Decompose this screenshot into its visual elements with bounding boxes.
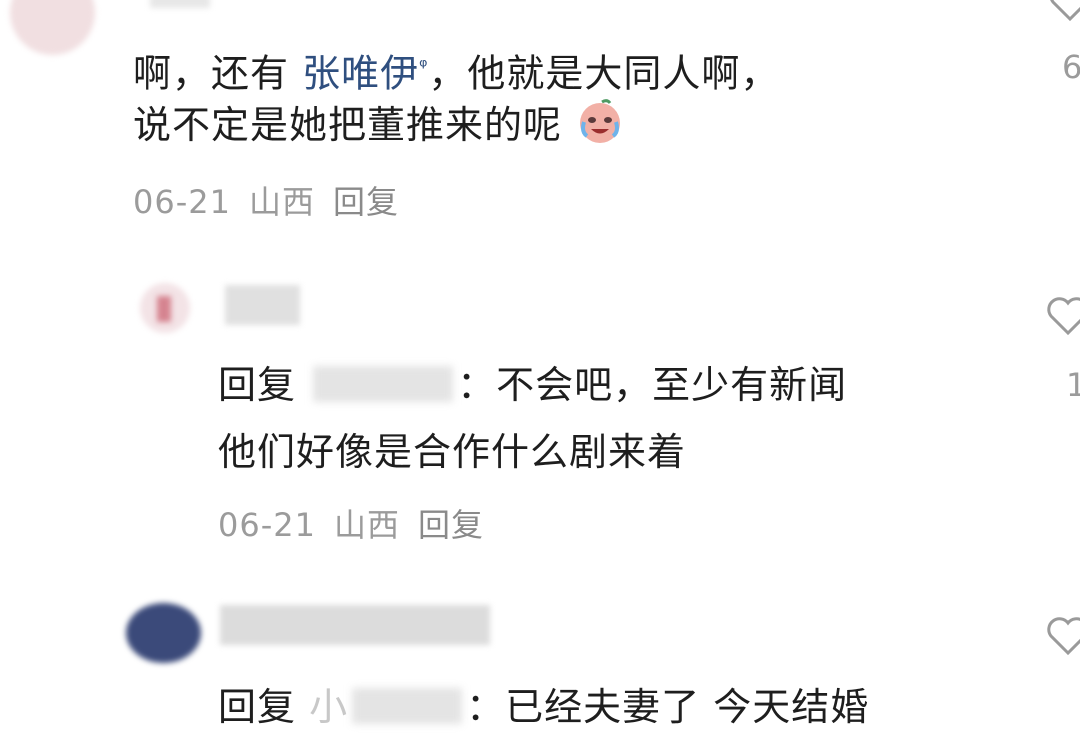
comment-location: 山西 [248, 183, 315, 221]
avatar[interactable] [126, 603, 201, 663]
reply-colon: ： [457, 363, 497, 407]
reply-content: 不会吧，至少有新闻 [496, 363, 848, 407]
reply-button[interactable]: 回复 [333, 183, 399, 221]
comment-text-line2-content: 说不定是她把董推来的呢 [133, 103, 563, 147]
crying-laughing-emoji-icon [575, 96, 625, 162]
comment-meta: 06-21 山西 回复 [133, 177, 417, 223]
reply-colon: ： [466, 685, 506, 729]
avatar[interactable] [10, 0, 95, 55]
mentioned-user-name[interactable]: 小 [309, 685, 348, 729]
mentioned-user-blurred[interactable] [313, 366, 454, 402]
comment-date: 06-21 [218, 506, 316, 544]
like-button[interactable] [1048, 0, 1080, 26]
heart-icon [1047, 297, 1080, 336]
heart-icon [1050, 0, 1080, 22]
comment-text-line2: 说不定是她把董推来的呢 [133, 96, 625, 162]
mention-link[interactable]: 张唯伊 [302, 52, 419, 96]
comment-location: 山西 [333, 506, 400, 544]
reply-text-line1: 回复 ：不会吧，至少有新闻 [218, 356, 847, 414]
reply-content-line2: 他们好像是合作什么剧来着 [218, 430, 687, 474]
like-button[interactable] [1046, 616, 1080, 660]
like-count: 1 [1066, 366, 1080, 404]
reply-prefix: 回复 [218, 685, 297, 729]
comment-meta: 06-21 山西 回复 [218, 500, 502, 546]
comment-text-line1: 啊，还有 张唯伊ᵠ，他就是大同人啊， [133, 37, 779, 103]
username-blurred [225, 285, 300, 325]
mentioned-user-blurred[interactable] [352, 688, 463, 724]
username-blurred [150, 0, 210, 8]
avatar-detail-blurred [157, 296, 171, 322]
reply-button[interactable]: 回复 [418, 506, 484, 544]
comment-text-part2: ，他就是大同人啊， [428, 51, 780, 96]
reply-text-line2: 他们好像是合作什么剧来着 [218, 423, 686, 481]
like-count: 6 [1062, 48, 1080, 86]
heart-icon [1047, 617, 1080, 656]
reply-content: 已经夫妻了 今天结婚 [505, 685, 870, 729]
reply-prefix: 回复 [218, 363, 297, 407]
comment-date: 06-21 [133, 183, 231, 221]
username-blurred [220, 605, 490, 645]
reply-text-line1: 回复 小 ：已经夫妻了 今天结婚 [218, 678, 869, 736]
comment-text-part1: 啊，还有 [133, 51, 303, 96]
like-button[interactable] [1046, 296, 1080, 340]
